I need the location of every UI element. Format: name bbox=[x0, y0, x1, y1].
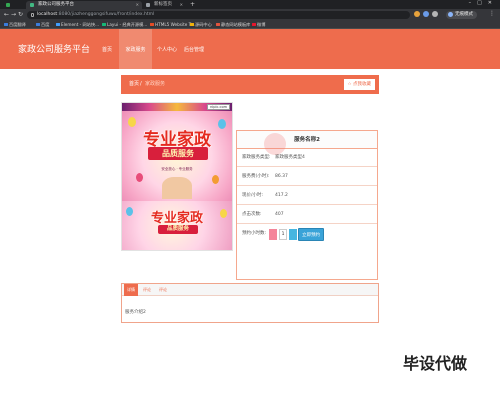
bookmark-icon bbox=[216, 23, 220, 26]
detail-row: 点击次数: 407 bbox=[237, 206, 377, 224]
tab-comments[interactable]: 评论 bbox=[140, 284, 154, 296]
nav-item-admin[interactable]: 后台管理 bbox=[182, 29, 206, 69]
tab-content-text: 服务介绍2 bbox=[125, 310, 146, 315]
bookmark-icon bbox=[36, 23, 40, 26]
avatar bbox=[448, 12, 453, 17]
tab-details[interactable]: 详情 bbox=[124, 284, 138, 296]
image-url-tag: nipic.com bbox=[207, 104, 230, 110]
increment-button[interactable] bbox=[289, 229, 297, 240]
extension-icon[interactable] bbox=[432, 11, 438, 17]
nav-item-personal-center[interactable]: 个人中心 bbox=[155, 29, 179, 69]
decrement-button[interactable] bbox=[269, 229, 277, 240]
balloon-decoration bbox=[136, 173, 143, 182]
tab-favicon-icon bbox=[6, 3, 10, 7]
nav-item-home[interactable]: 首页 bbox=[98, 29, 116, 69]
bookmark-icon bbox=[190, 23, 194, 26]
quantity-input[interactable]: 1 bbox=[279, 229, 287, 240]
nav-item-services[interactable]: 家政服务 bbox=[119, 29, 152, 69]
detail-row: 服务费(小时): 86.37 bbox=[237, 168, 377, 186]
bookmark-icon bbox=[4, 23, 8, 26]
detail-value: 417.2 bbox=[275, 193, 288, 198]
tab-favicon-icon bbox=[146, 3, 150, 7]
promo-ribbon: 品质服务 bbox=[158, 225, 198, 234]
url-host: localhost bbox=[37, 11, 58, 17]
profile-button[interactable]: 无痕模式 bbox=[446, 10, 477, 19]
close-tab-icon[interactable]: ✕ bbox=[180, 1, 183, 9]
extension-icon[interactable] bbox=[423, 11, 429, 17]
collect-button[interactable]: ☆ 点我收藏 bbox=[342, 78, 376, 91]
detail-row: 家政服务类型: 家政服务类型4 bbox=[237, 149, 377, 167]
detail-value: 86.37 bbox=[275, 174, 288, 179]
browser-tab-active[interactable]: 家政公司服务平台 ✕ bbox=[26, 1, 142, 9]
promo-headline: 专业家政 bbox=[150, 211, 203, 226]
balloon-decoration bbox=[212, 175, 219, 184]
browser-tab-title: 新标签页 bbox=[154, 2, 172, 7]
browser-tab-bar: 家政公司服务平台 ✕ 新标签页 ✕ + –□✕ bbox=[0, 0, 500, 9]
url-path: :8080/jiazhenggongsifuwu/front/index.htm… bbox=[57, 11, 155, 17]
detail-label: 现价/小时: bbox=[242, 193, 264, 198]
bookmarks-bar: 百度翻译 百度 Element - 网站快... Layui - 经典开源模..… bbox=[0, 20, 500, 29]
service-detail-card: 服务名称2 家政服务类型: 家政服务类型4 服务费(小时): 86.37 现价/… bbox=[236, 130, 378, 280]
extension-icon[interactable] bbox=[414, 11, 420, 17]
bookmark-icon bbox=[56, 23, 60, 26]
bookmark-item[interactable]: 百度翻译 bbox=[4, 20, 26, 29]
forward-icon[interactable]: → bbox=[11, 10, 16, 19]
browser-menu-icon[interactable]: ⋮ bbox=[489, 10, 495, 17]
new-tab-icon[interactable]: + bbox=[190, 1, 195, 8]
bookmark-item[interactable]: 源码中心 bbox=[190, 20, 212, 29]
breadcrumb: 首页 / 家政服务 ☆ 点我收藏 bbox=[121, 75, 379, 94]
bookmark-icon bbox=[102, 23, 106, 26]
back-icon[interactable]: ← bbox=[4, 10, 9, 19]
bookmark-item[interactable]: HTML5 Website T... bbox=[150, 20, 195, 29]
tab-reviews[interactable]: 评论 bbox=[156, 284, 170, 296]
bookmark-item[interactable]: 微博 bbox=[252, 20, 265, 29]
window-controls[interactable]: –□✕ bbox=[469, 0, 498, 6]
reload-icon[interactable]: ↻ bbox=[18, 10, 23, 19]
bookmark-icon bbox=[252, 23, 256, 26]
info-icon[interactable] bbox=[31, 12, 34, 17]
detail-label: 点击次数: bbox=[242, 212, 262, 217]
web-page: 家政公司服务平台 首页 家政服务 个人中心 后台管理 首页 / 家政服务 ☆ 点… bbox=[0, 29, 500, 400]
book-now-button[interactable]: 立即预约 bbox=[298, 228, 324, 241]
bookmark-item[interactable]: 百度 bbox=[36, 20, 49, 29]
watermark-text: 毕设代做 bbox=[403, 354, 468, 373]
tab-favicon-icon bbox=[30, 3, 34, 7]
bookmark-icon bbox=[150, 23, 154, 26]
detail-label: 服务费(小时): bbox=[242, 174, 270, 179]
bookmark-item[interactable]: Layui - 经典开源模... bbox=[102, 20, 147, 29]
profile-label: 无痕模式 bbox=[455, 11, 473, 17]
service-image-gallery[interactable]: nipic.com 专业家政 品质服务 安全放心 · 专业服务 专业家政 品质服… bbox=[121, 102, 233, 251]
promo-image: 专业家政 品质服务 bbox=[122, 201, 232, 250]
breadcrumb-current: 家政服务 bbox=[145, 81, 166, 87]
breadcrumb-home[interactable]: 首页 bbox=[129, 75, 139, 94]
promo-subline: 安全放心 · 专业服务 bbox=[161, 167, 193, 171]
site-title[interactable]: 家政公司服务平台 bbox=[18, 42, 90, 55]
promo-ribbon: 品质服务 bbox=[148, 147, 208, 160]
close-tab-icon[interactable]: ✕ bbox=[136, 1, 139, 9]
promo-image: nipic.com 专业家政 品质服务 安全放心 · 专业服务 bbox=[122, 103, 232, 201]
bookmark-item[interactable]: Element - 网站快... bbox=[56, 20, 99, 29]
tab-bar: 详情 评论 评论 bbox=[122, 284, 378, 296]
browser-tab[interactable]: 新标签页 ✕ bbox=[142, 1, 186, 9]
address-bar[interactable]: localhost:8080/jiazhenggongsifuwu/front/… bbox=[27, 10, 410, 19]
family-figure-decoration bbox=[162, 177, 192, 199]
browser-tab[interactable] bbox=[2, 1, 26, 9]
browser-toolbar: ← → ↻ localhost:8080/jiazhenggongsifuwu/… bbox=[0, 9, 500, 20]
breadcrumb-separator: / bbox=[140, 81, 142, 87]
service-name: 服务名称2 bbox=[237, 131, 377, 149]
browser-tab-title: 家政公司服务平台 bbox=[38, 2, 74, 7]
detail-tabs-panel: 详情 评论 评论 服务介绍2 bbox=[121, 283, 379, 323]
site-header: 家政公司服务平台 首页 家政服务 个人中心 后台管理 bbox=[0, 29, 500, 69]
qty-label: 预约小时数: bbox=[242, 231, 267, 236]
cursor-highlight bbox=[264, 133, 286, 155]
detail-row: 现价/小时: 417.2 bbox=[237, 187, 377, 205]
detail-value: 407 bbox=[275, 212, 284, 217]
booking-row: 预约小时数: 1 立即预约 bbox=[237, 225, 377, 245]
bookmark-item[interactable]: 静态网站模板库 bbox=[216, 20, 250, 29]
